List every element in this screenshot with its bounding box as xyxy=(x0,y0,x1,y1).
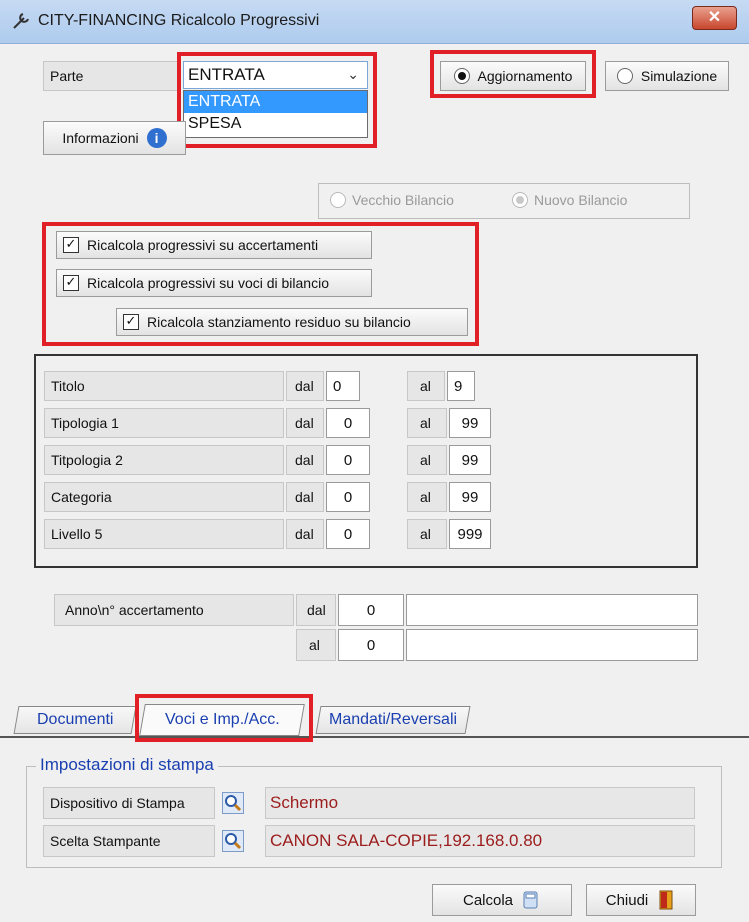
checkbox-checked-icon: ✓ xyxy=(63,275,79,291)
calculator-icon xyxy=(523,891,538,909)
anno-accertamento-label: Anno\n° accertamento xyxy=(54,594,294,626)
chiudi-label: Chiudi xyxy=(605,891,649,909)
dispositivo-label: Dispositivo di Stampa xyxy=(43,787,215,819)
titolo-dal-input[interactable]: 0 xyxy=(326,371,360,401)
nuovo-bilancio-radio[interactable]: Nuovo Bilancio xyxy=(512,192,627,208)
tipologia2-dal-input[interactable]: 0 xyxy=(326,445,370,475)
tipologia2-label: Titpologia 2 xyxy=(44,445,284,475)
anno-al-extra-input[interactable] xyxy=(406,629,698,661)
categoria-al-input[interactable]: 99 xyxy=(449,482,491,512)
dispositivo-value[interactable]: Schermo xyxy=(265,787,695,819)
simulazione-label: Simulazione xyxy=(640,68,718,84)
checkbox-checked-icon: ✓ xyxy=(123,314,139,330)
calcola-label: Calcola xyxy=(462,891,514,909)
titolo-al-label: al xyxy=(407,371,445,401)
vecchio-bilancio-radio[interactable]: Vecchio Bilancio xyxy=(330,192,454,208)
tipologia2-dal-label: dal xyxy=(286,445,324,475)
tab-strip-line xyxy=(0,736,749,738)
categoria-dal-input[interactable]: 0 xyxy=(326,482,370,512)
livello5-label: Livello 5 xyxy=(44,519,284,549)
anno-dal-input[interactable]: 0 xyxy=(338,594,404,626)
stampante-label: Scelta Stampante xyxy=(43,825,215,857)
anno-al-input[interactable]: 0 xyxy=(338,629,404,661)
anno-al-label: al xyxy=(296,629,336,661)
tab-documenti[interactable]: Documenti xyxy=(13,706,137,734)
check-stanziamento-label: Ricalcola stanziamento residuo su bilanc… xyxy=(147,314,411,330)
titolo-label: Titolo xyxy=(44,371,284,401)
wrench-icon xyxy=(13,13,29,29)
magnifier-icon[interactable] xyxy=(222,792,244,814)
highlight-aggiornamento xyxy=(430,50,596,98)
check-accertamenti[interactable]: ✓ Ricalcola progressivi su accertamenti xyxy=(56,231,372,259)
calcola-button[interactable]: Calcola xyxy=(432,884,572,916)
tipologia2-al-label: al xyxy=(407,445,447,475)
tipologia2-al-input[interactable]: 99 xyxy=(449,445,491,475)
categoria-dal-label: dal xyxy=(286,482,324,512)
window-title: CITY-FINANCING Ricalcolo Progressivi xyxy=(38,12,320,29)
vecchio-bilancio-label: Vecchio Bilancio xyxy=(352,192,454,208)
radio-selected-icon xyxy=(512,192,528,208)
tipologia1-label: Tipologia 1 xyxy=(44,408,284,438)
stampa-legend: Impostazioni di stampa xyxy=(36,755,218,775)
radio-empty-icon xyxy=(330,192,346,208)
livello5-al-label: al xyxy=(407,519,447,549)
anno-dal-extra-input[interactable] xyxy=(406,594,698,626)
tipologia1-dal-label: dal xyxy=(286,408,324,438)
tab-mandati-reversali[interactable]: Mandati/Reversali xyxy=(315,706,471,734)
check-voci-bilancio[interactable]: ✓ Ricalcola progressivi su voci di bilan… xyxy=(56,269,372,297)
check-voci-bilancio-label: Ricalcola progressivi su voci di bilanci… xyxy=(87,275,329,291)
radio-empty-icon xyxy=(616,68,633,84)
tipologia1-al-input[interactable]: 99 xyxy=(449,408,491,438)
magnifier-icon[interactable] xyxy=(222,830,244,852)
tipologia1-al-label: al xyxy=(407,408,447,438)
parte-label: Parte xyxy=(43,61,181,91)
livello5-dal-input[interactable]: 0 xyxy=(326,519,370,549)
tipologia1-dal-input[interactable]: 0 xyxy=(326,408,370,438)
highlight-parte xyxy=(177,52,377,148)
livello5-dal-label: dal xyxy=(286,519,324,549)
close-button[interactable]: ✕ xyxy=(692,6,737,30)
titolo-al-input[interactable]: 9 xyxy=(447,371,475,401)
highlight-tab xyxy=(135,694,313,742)
titolo-dal-label: dal xyxy=(286,371,324,401)
categoria-al-label: al xyxy=(407,482,447,512)
informazioni-label: Informazioni xyxy=(62,130,139,146)
chiudi-button[interactable]: Chiudi xyxy=(586,884,696,916)
livello5-al-input[interactable]: 999 xyxy=(449,519,491,549)
check-stanziamento[interactable]: ✓ Ricalcola stanziamento residuo su bila… xyxy=(116,308,468,336)
info-icon: i xyxy=(146,128,167,148)
check-accertamenti-label: Ricalcola progressivi su accertamenti xyxy=(87,237,319,253)
stampante-value[interactable]: CANON SALA-COPIE,192.168.0.80 xyxy=(265,825,695,857)
informazioni-button[interactable]: Informazioni i xyxy=(43,121,186,155)
checkbox-checked-icon: ✓ xyxy=(63,237,79,253)
anno-dal-label: dal xyxy=(296,594,336,626)
simulazione-radio[interactable]: Simulazione xyxy=(605,61,729,91)
nuovo-bilancio-label: Nuovo Bilancio xyxy=(534,192,628,208)
exit-door-icon xyxy=(659,890,673,910)
categoria-label: Categoria xyxy=(44,482,284,512)
